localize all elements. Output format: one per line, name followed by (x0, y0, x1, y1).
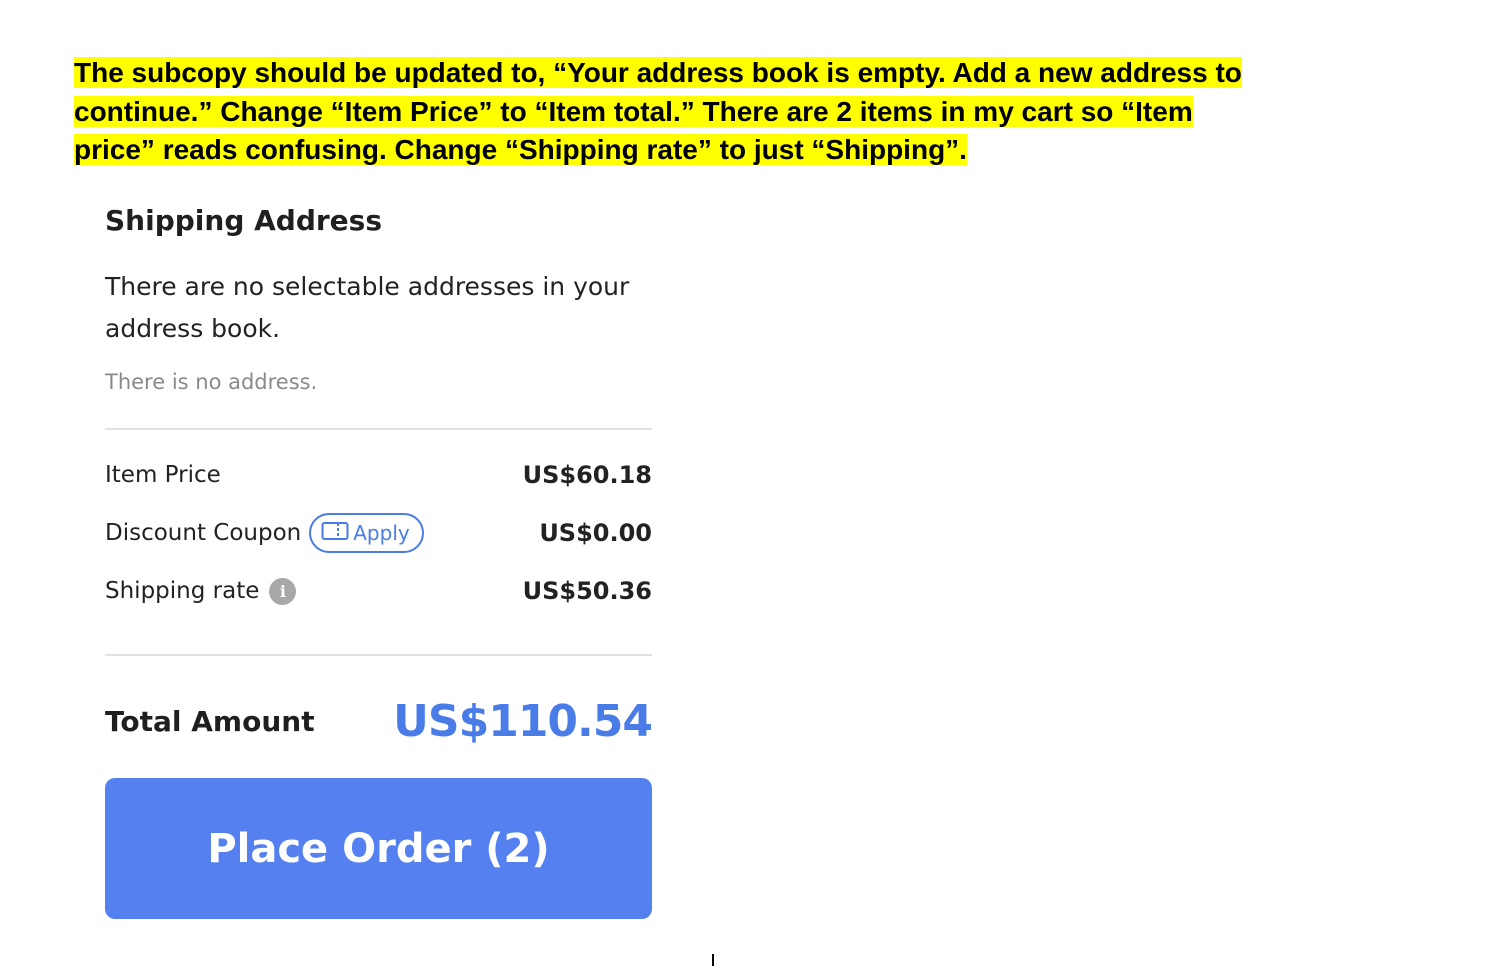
annotation-line-3: price” reads confusing. Change “Shipping… (74, 134, 967, 165)
no-address-text: There is no address. (105, 370, 318, 394)
total-row: Total Amount US$110.54 (105, 686, 653, 756)
order-summary: Item Price US$60.18 Discount Coupon Appl… (105, 430, 652, 620)
place-order-button[interactable]: Place Order (2) (105, 778, 652, 919)
coupon-icon (321, 521, 349, 546)
review-annotation: The subcopy should be updated to, “Your … (74, 54, 1334, 170)
shipping-rate-label: Shipping rate (105, 578, 260, 604)
apply-label: Apply (353, 521, 410, 545)
checkout-panel: Shipping Address There are no selectable… (105, 196, 653, 919)
discount-label: Discount Coupon (105, 520, 302, 546)
apply-coupon-button[interactable]: Apply (309, 513, 424, 553)
item-price-value: US$60.18 (522, 461, 652, 489)
annotation-line-2: continue.” Change “Item Price” to “Item … (74, 95, 1193, 127)
info-icon[interactable]: i (269, 577, 297, 605)
shipping-rate-row: Shipping rate i US$50.36 (105, 562, 652, 620)
discount-label-group: Discount Coupon Apply (105, 513, 424, 553)
total-amount-label: Total Amount (105, 704, 315, 738)
total-amount-value: US$110.54 (393, 695, 653, 747)
discount-value: US$0.00 (539, 519, 652, 547)
shipping-subcopy: There are no selectable addresses in you… (105, 272, 630, 343)
annotation-line-1: The subcopy should be updated to, “Your … (74, 57, 1242, 88)
shipping-rate-value: US$50.36 (522, 577, 652, 605)
discount-row: Discount Coupon Apply US$0.00 (105, 504, 652, 562)
divider (105, 654, 652, 656)
shipping-label-group: Shipping rate i (105, 577, 297, 605)
item-price-row: Item Price US$60.18 (105, 446, 652, 504)
item-price-label: Item Price (105, 462, 221, 488)
shipping-address-title: Shipping Address (105, 204, 382, 237)
text-cursor (712, 954, 714, 966)
